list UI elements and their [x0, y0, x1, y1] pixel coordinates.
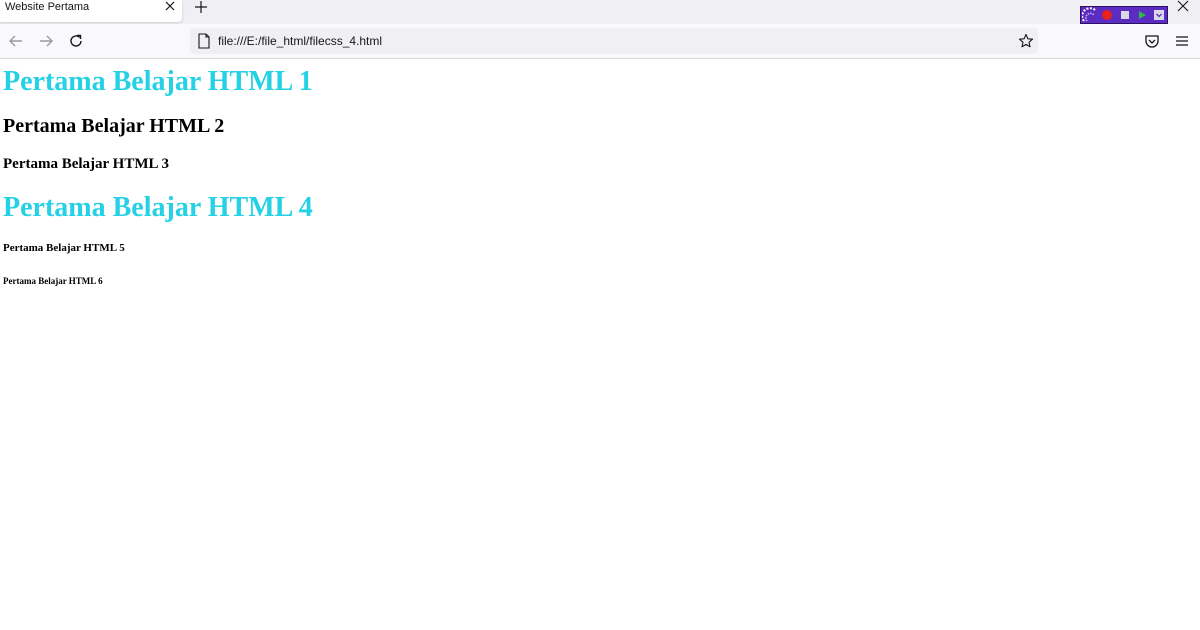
url-text[interactable]: file:///E:/file_html/filecss_4.html	[218, 28, 382, 54]
screen-recorder-toolbar	[1080, 6, 1168, 24]
dropdown-icon[interactable]	[1153, 9, 1165, 21]
heading-2: Pertama Belajar HTML 2	[3, 115, 225, 137]
heading-3: Pertama Belajar HTML 3	[3, 156, 169, 172]
heading-4: Pertama Belajar HTML 4	[3, 192, 313, 223]
reload-icon[interactable]	[68, 33, 84, 49]
pocket-icon[interactable]	[1144, 33, 1160, 49]
bookmark-star-icon[interactable]	[1018, 33, 1034, 49]
record-icon[interactable]	[1101, 9, 1113, 21]
forward-arrow-icon[interactable]	[38, 33, 54, 49]
navigation-bar: file:///E:/file_html/filecss_4.html	[0, 24, 1200, 59]
page-content: Pertama Belajar HTML 1 Pertama Belajar H…	[0, 59, 1200, 630]
close-icon[interactable]	[164, 0, 176, 12]
heading-1: Pertama Belajar HTML 1	[3, 66, 313, 97]
tab-strip: Website Pertama	[0, 0, 1200, 24]
hamburger-menu-icon[interactable]	[1174, 33, 1190, 49]
address-bar[interactable]: file:///E:/file_html/filecss_4.html	[190, 28, 1038, 54]
play-icon[interactable]	[1136, 9, 1148, 21]
heading-6: Pertama Belajar HTML 6	[3, 276, 103, 286]
stop-icon[interactable]	[1119, 9, 1131, 21]
heading-5: Pertama Belajar HTML 5	[3, 242, 125, 254]
plus-icon[interactable]	[194, 0, 208, 14]
back-arrow-icon[interactable]	[8, 33, 24, 49]
tab-title: Website Pertama	[5, 1, 90, 13]
recorder-logo-icon	[1082, 7, 1097, 22]
window-close-icon[interactable]	[1177, 0, 1189, 12]
tab-website-pertama[interactable]: Website Pertama	[0, 0, 182, 22]
page-icon	[198, 33, 210, 49]
